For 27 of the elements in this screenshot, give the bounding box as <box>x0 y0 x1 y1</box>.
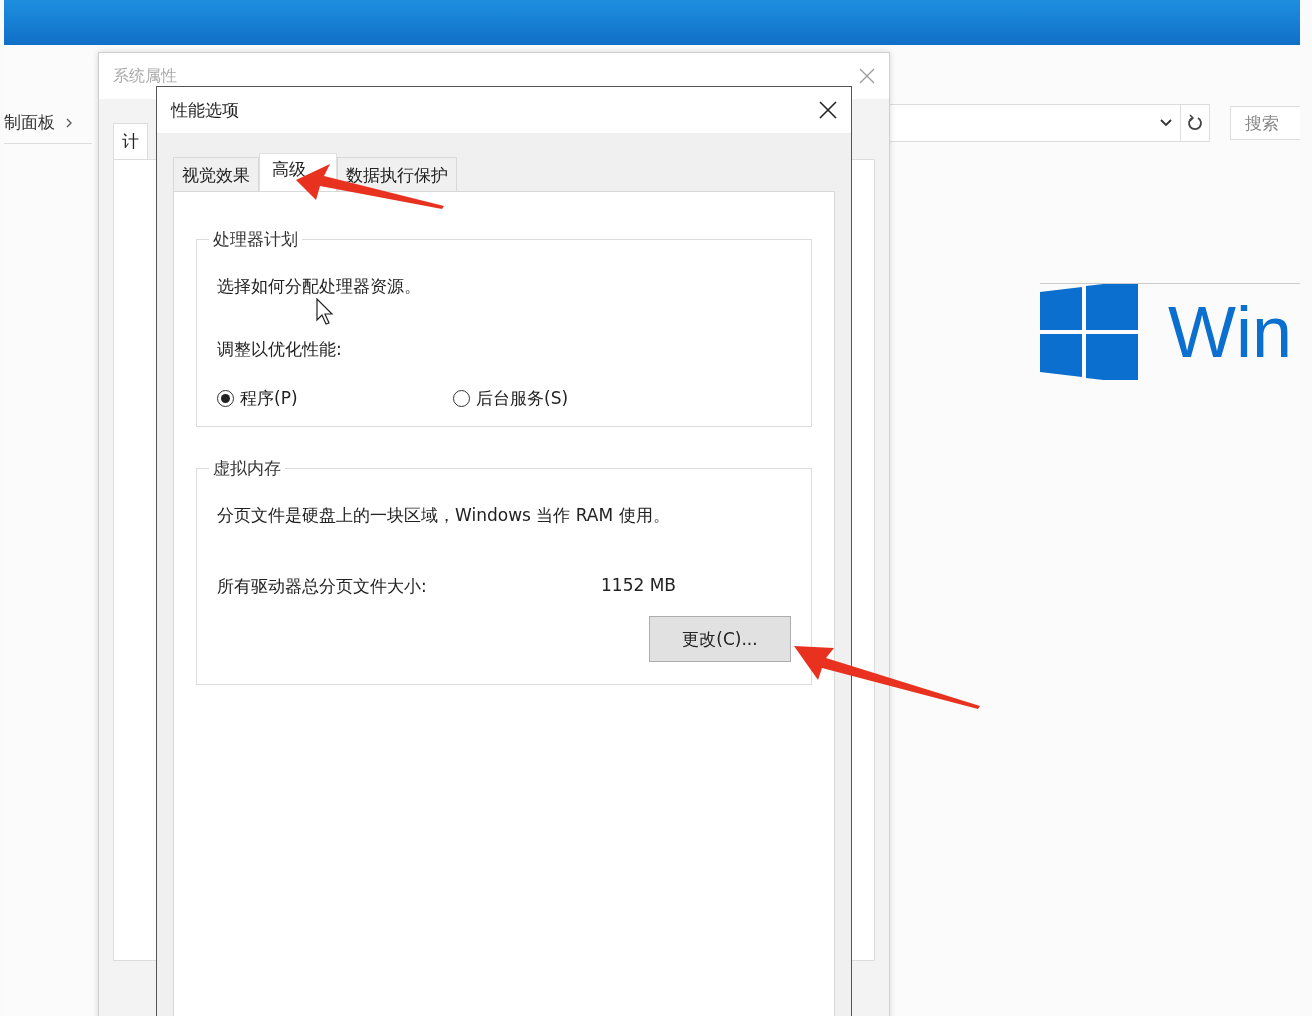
description-text: 选择如何分配处理器资源。 <box>217 275 422 298</box>
chevron-down-icon <box>1160 119 1172 127</box>
chevron-right-icon <box>65 117 73 128</box>
window-title: 性能选项 <box>171 98 239 122</box>
change-button[interactable]: 更改(C)... <box>649 616 791 662</box>
radio-option[interactable]: 后台服务(S) <box>453 387 689 410</box>
description-text: 分页文件是硬盘上的一块区域，Windows 当作 RAM 使用。 <box>217 504 671 527</box>
tab[interactable]: 计 <box>113 123 148 159</box>
windows-brand-text: Win <box>1168 291 1292 373</box>
radio-button[interactable] <box>217 390 234 407</box>
radio-button[interactable] <box>453 390 470 407</box>
close-icon <box>859 68 875 84</box>
group-title: 处理器计划 <box>212 228 299 251</box>
refresh-icon <box>1187 114 1203 132</box>
size-value: 1152 MB <box>601 575 676 597</box>
close-icon <box>819 101 837 119</box>
breadcrumb-item[interactable]: 制面板 <box>4 111 55 134</box>
tab[interactable]: 数据执行保护 <box>337 157 457 191</box>
search-field[interactable]: 搜索 <box>1230 106 1300 140</box>
windows-logo-icon <box>1040 284 1140 380</box>
prompt-text: 调整以优化性能: <box>217 338 343 361</box>
group-title: 虚拟内存 <box>212 457 282 480</box>
size-label: 所有驱动器总分页文件大小: <box>217 575 428 598</box>
radio-option[interactable]: 程序(P) <box>217 387 453 410</box>
tab[interactable]: 视觉效果 <box>173 157 259 191</box>
window-title: 系统属性 <box>113 65 177 87</box>
cursor-icon <box>316 298 334 326</box>
